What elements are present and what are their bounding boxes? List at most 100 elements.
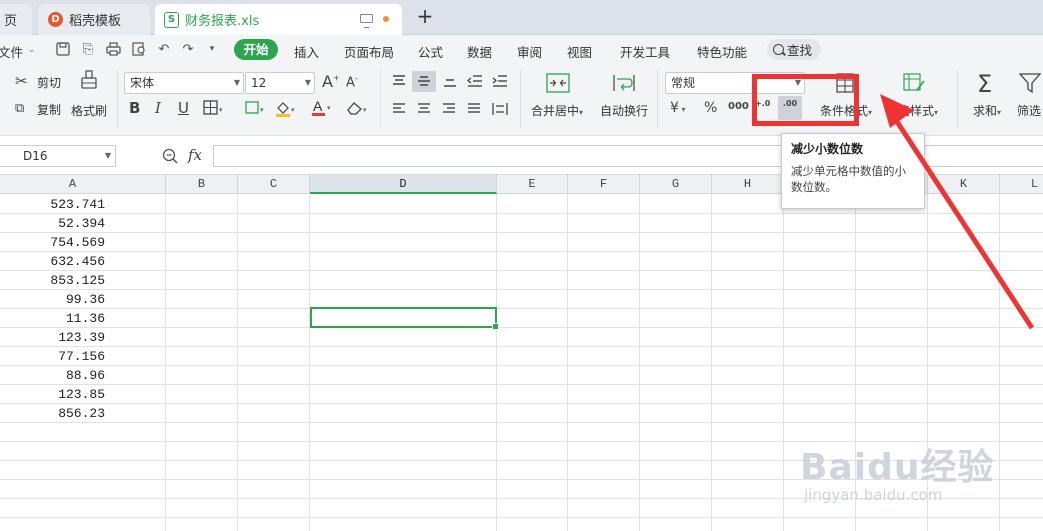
copy-button[interactable]: 复制 <box>37 101 61 118</box>
name-box[interactable]: D16 ▼ <box>0 145 116 167</box>
chevron-down-icon: ▼ <box>104 151 111 160</box>
merge-center-button[interactable]: 合并居中▾ <box>531 102 583 119</box>
wrap-text-icon[interactable] <box>612 73 636 96</box>
cell-a6[interactable]: 99.36 <box>0 290 108 309</box>
copy-icon[interactable]: ⧉ <box>15 101 24 116</box>
tab-file-label: 财务报表.xls <box>185 14 260 29</box>
column-header-e[interactable]: E <box>497 175 568 194</box>
cell-a12[interactable]: 856.23 <box>0 404 108 423</box>
menu-insert[interactable]: 插入 <box>294 42 319 61</box>
cell-a8[interactable]: 123.39 <box>0 328 108 347</box>
indent-decrease-icon[interactable] <box>466 74 483 91</box>
redo-icon[interactable]: ↷ <box>180 42 196 57</box>
undo-icon[interactable]: ↶ <box>156 42 172 57</box>
eraser-icon[interactable]: ▾ <box>346 100 370 119</box>
menu-page-layout[interactable]: 页面布局 <box>344 42 394 61</box>
align-left-icon[interactable] <box>392 102 406 119</box>
menu-start[interactable]: 开始 <box>234 39 278 60</box>
cell-a7[interactable]: 11.36 <box>0 309 108 328</box>
menu-data[interactable]: 数据 <box>467 42 492 61</box>
export-icon[interactable]: ⎘ <box>80 42 96 57</box>
bold-button[interactable]: B <box>129 99 140 117</box>
tab-bar: 页 D 稻壳模板 S 财务报表.xls + <box>0 0 1043 35</box>
menu-dev-tools[interactable]: 开发工具 <box>620 42 670 61</box>
scissors-icon[interactable]: ✂ <box>15 72 28 90</box>
chevron-down-icon[interactable]: ▾ <box>204 42 220 57</box>
menu-special-features[interactable]: 特色功能 <box>697 42 747 61</box>
currency-button[interactable]: ¥ ▾ <box>670 100 685 116</box>
percent-button[interactable]: % <box>704 100 717 116</box>
font-color-icon[interactable]: A ▾ <box>311 98 333 121</box>
border-icon[interactable]: ▾ <box>203 100 225 119</box>
fx-label[interactable]: fx <box>188 146 202 164</box>
justify-icon[interactable] <box>467 102 481 119</box>
align-center-icon[interactable] <box>417 102 431 119</box>
grid-column-line <box>165 194 166 531</box>
tab-home-label: 页 <box>4 14 18 29</box>
merge-center-icon[interactable] <box>546 73 570 96</box>
annotation-highlight-box <box>752 74 859 126</box>
cell-a9[interactable]: 77.156 <box>0 347 108 366</box>
format-painter-button[interactable]: 格式刷 <box>71 102 107 119</box>
grid-column-line <box>639 194 640 531</box>
format-painter-icon[interactable] <box>80 70 98 97</box>
align-top-icon[interactable] <box>392 74 406 91</box>
chevron-down-icon[interactable]: ⌄ <box>28 45 36 55</box>
align-right-icon[interactable] <box>442 102 456 119</box>
print-icon[interactable] <box>105 42 121 57</box>
cell-a10[interactable]: 88.96 <box>0 366 108 385</box>
tab-spreadsheet-file[interactable]: S 财务报表.xls <box>155 4 402 35</box>
cell-a4[interactable]: 632.456 <box>0 252 108 271</box>
menu-view[interactable]: 视图 <box>567 42 592 61</box>
cell-a3[interactable]: 754.569 <box>0 233 108 252</box>
indent-increase-icon[interactable] <box>492 74 508 91</box>
print-preview-icon[interactable] <box>131 42 147 57</box>
column-header-d[interactable]: D <box>310 175 497 194</box>
new-tab-plus-icon[interactable]: + <box>414 4 436 28</box>
column-header-h[interactable]: H <box>712 175 784 194</box>
italic-button[interactable]: I <box>155 99 161 117</box>
monitor-icon[interactable] <box>360 14 373 28</box>
watermark-url: jingyan.baidu.com <box>804 486 943 504</box>
font-size-select[interactable]: 12 ▼ <box>245 72 315 94</box>
active-cell-d16[interactable] <box>310 307 499 330</box>
grid-column-line <box>496 194 497 531</box>
fill-color-icon[interactable]: ▾ <box>275 100 297 121</box>
docer-logo-icon: D <box>48 12 63 27</box>
zoom-search-icon[interactable] <box>162 148 178 167</box>
cell-a1[interactable]: 523.741 <box>0 195 108 214</box>
font-name-select[interactable]: 宋体 ▼ <box>124 72 244 94</box>
menu-review[interactable]: 审阅 <box>517 42 542 61</box>
cell-a11[interactable]: 123.85 <box>0 385 108 404</box>
svg-text:▾: ▾ <box>219 106 223 114</box>
grid-column-line <box>567 194 568 531</box>
cell-a5[interactable]: 853.125 <box>0 271 108 290</box>
cut-button[interactable]: 剪切 <box>37 74 61 91</box>
align-bottom-icon[interactable] <box>443 74 457 91</box>
column-header-a[interactable]: A <box>0 175 166 194</box>
cell-style-icon[interactable]: ▾ <box>245 100 267 119</box>
tab-docer-templates[interactable]: D 稻壳模板 <box>38 4 150 35</box>
cell-a2[interactable]: 52.394 <box>0 214 108 233</box>
tab-home[interactable]: 页 <box>0 4 32 35</box>
increase-font-icon[interactable]: A+ <box>322 72 340 91</box>
thousands-separator-button[interactable]: 000 <box>728 101 749 112</box>
menu-file[interactable]: 文件 <box>0 42 23 61</box>
align-middle-icon[interactable] <box>412 71 436 92</box>
distributed-align-icon[interactable] <box>492 102 508 119</box>
decrease-font-icon[interactable]: A- <box>346 74 358 90</box>
search-button[interactable]: 查找 <box>767 39 821 60</box>
grid-column-line <box>237 194 238 531</box>
chevron-down-icon: ▼ <box>304 78 311 87</box>
underline-button[interactable]: U <box>178 99 189 117</box>
column-header-b[interactable]: B <box>166 175 238 194</box>
chevron-down-icon: ▼ <box>233 78 240 87</box>
column-header-g[interactable]: G <box>640 175 712 194</box>
auto-wrap-button[interactable]: 自动换行 <box>600 102 648 119</box>
menu-formula[interactable]: 公式 <box>418 42 443 61</box>
column-header-f[interactable]: F <box>568 175 640 194</box>
save-icon[interactable] <box>55 42 71 57</box>
column-header-c[interactable]: C <box>238 175 310 194</box>
grid-row-line <box>0 403 1043 404</box>
menu-bar: 文件 ⌄ ⎘ ↶ ↷ ▾ 开始 插入 页面布局 公式 数据 审阅 视图 开发工具… <box>0 35 1043 64</box>
